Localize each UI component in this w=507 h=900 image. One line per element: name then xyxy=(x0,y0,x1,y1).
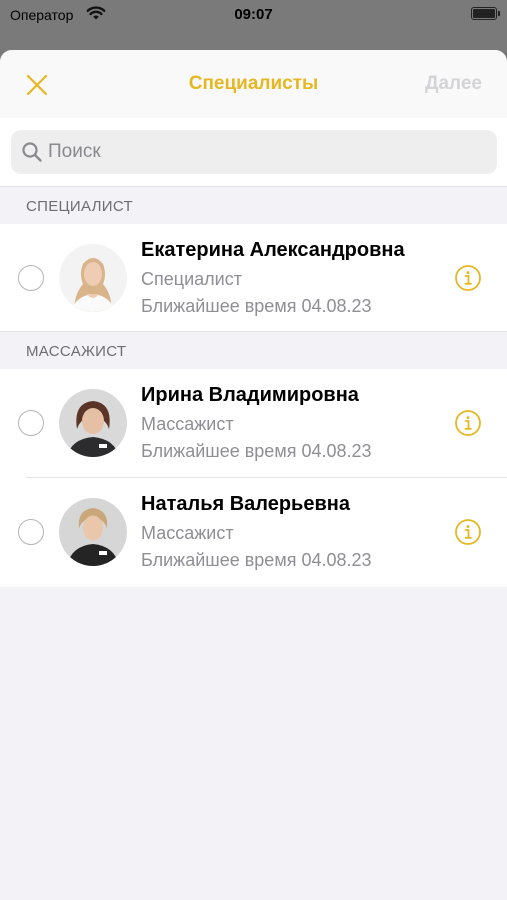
specialist-name: Ирина Владимировна xyxy=(141,384,359,406)
nearest-time: Ближайшее время 04.08.23 xyxy=(141,550,372,570)
specialist-name: Наталья Валерьевна xyxy=(141,493,350,515)
next-button[interactable]: Далее xyxy=(425,73,482,95)
radio-button[interactable] xyxy=(18,265,44,291)
specialist-name: Екатерина Александровна xyxy=(141,239,405,261)
avatar xyxy=(59,389,127,457)
status-bar: Оператор 09:07 xyxy=(0,0,507,32)
info-icon[interactable] xyxy=(454,409,482,437)
specialist-role: Массажист xyxy=(141,414,234,434)
list-item[interactable]: Наталья Валерьевна Массажист Ближайшее в… xyxy=(0,478,507,587)
list-item[interactable]: Ирина Владимировна Массажист Ближайшее в… xyxy=(0,369,507,478)
battery-icon xyxy=(471,7,500,20)
search-container xyxy=(0,118,507,186)
info-icon[interactable] xyxy=(454,518,482,546)
section-header-specialist: СПЕЦИАЛИСТ xyxy=(0,186,507,224)
specialists-sheet: Специалисты Далее СПЕЦИАЛИСТ Екатерина А… xyxy=(0,50,507,900)
nearest-time: Ближайшее время 04.08.23 xyxy=(141,441,372,461)
section-header-masseur: МАССАЖИСТ xyxy=(0,331,507,369)
avatar xyxy=(59,244,127,312)
radio-button[interactable] xyxy=(18,519,44,545)
specialist-role: Специалист xyxy=(141,269,242,289)
search-icon xyxy=(22,142,42,162)
avatar xyxy=(59,498,127,566)
list-item[interactable]: Екатерина Александровна Специалист Ближа… xyxy=(0,224,507,331)
search-input[interactable] xyxy=(48,130,488,174)
specialist-role: Массажист xyxy=(141,523,234,543)
clock: 09:07 xyxy=(234,6,273,23)
nearest-time: Ближайшее время 04.08.23 xyxy=(141,296,372,316)
radio-button[interactable] xyxy=(18,410,44,436)
masseur-list: Ирина Владимировна Массажист Ближайшее в… xyxy=(0,369,507,587)
navigation-bar: Специалисты Далее xyxy=(0,50,507,118)
specialist-list: Екатерина Александровна Специалист Ближа… xyxy=(0,224,507,331)
info-icon[interactable] xyxy=(454,264,482,292)
search-bar[interactable] xyxy=(11,130,497,174)
